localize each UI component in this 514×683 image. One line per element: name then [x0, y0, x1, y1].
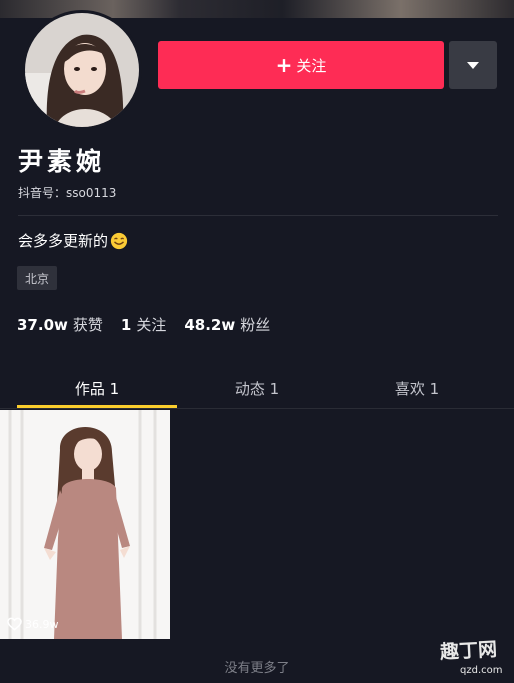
smile-emoji-icon	[110, 232, 128, 249]
profile-bio: 会多多更新的	[18, 230, 128, 251]
profile-tabs: 作品 1 动态 1 喜欢 1	[0, 370, 514, 410]
location-tag[interactable]: 北京	[17, 266, 58, 290]
stat-likes[interactable]: 37.0w 获赞	[17, 314, 103, 335]
bio-text: 会多多更新的	[18, 232, 109, 250]
profile-nickname: 尹素婉	[18, 147, 106, 176]
tab-moments[interactable]: 动态 1	[177, 370, 337, 406]
video-likes: 36.9w	[7, 617, 59, 631]
douyin-id: 抖音号：sso0113	[18, 186, 117, 200]
tabs-divider	[0, 408, 514, 409]
follow-button[interactable]: + 关注	[158, 41, 444, 89]
heart-icon	[7, 617, 22, 631]
watermark-url: qzd.com	[460, 665, 503, 676]
profile-stats: 37.0w 获赞 1 关注 48.2w 粉丝	[17, 314, 270, 335]
video-thumbnail[interactable]: 36.9w	[0, 410, 170, 639]
stat-likes-label: 获赞	[72, 316, 103, 334]
stat-followers-value: 48.2w	[184, 316, 236, 334]
stat-following-value: 1	[120, 316, 132, 334]
stat-followers[interactable]: 48.2w 粉丝	[184, 314, 270, 335]
stat-followers-label: 粉丝	[240, 316, 271, 334]
dropdown-triangle-icon	[467, 61, 479, 69]
divider	[18, 215, 498, 216]
video-likes-count: 36.9w	[25, 617, 59, 631]
avatar[interactable]	[22, 10, 142, 130]
video-thumbnail-image	[0, 410, 170, 639]
stat-following-label: 关注	[136, 316, 167, 334]
watermark-logo: 趣丁网	[439, 638, 498, 664]
avatar-image	[25, 13, 139, 127]
stat-following[interactable]: 1 关注	[121, 314, 166, 335]
no-more-text: 没有更多了	[224, 661, 290, 676]
more-options-button[interactable]	[449, 41, 497, 89]
plus-icon: +	[275, 53, 293, 77]
tab-likes[interactable]: 喜欢 1	[337, 370, 497, 406]
tab-works[interactable]: 作品 1	[17, 370, 177, 406]
follow-label: 关注	[296, 56, 327, 75]
stat-likes-value: 37.0w	[17, 316, 68, 334]
